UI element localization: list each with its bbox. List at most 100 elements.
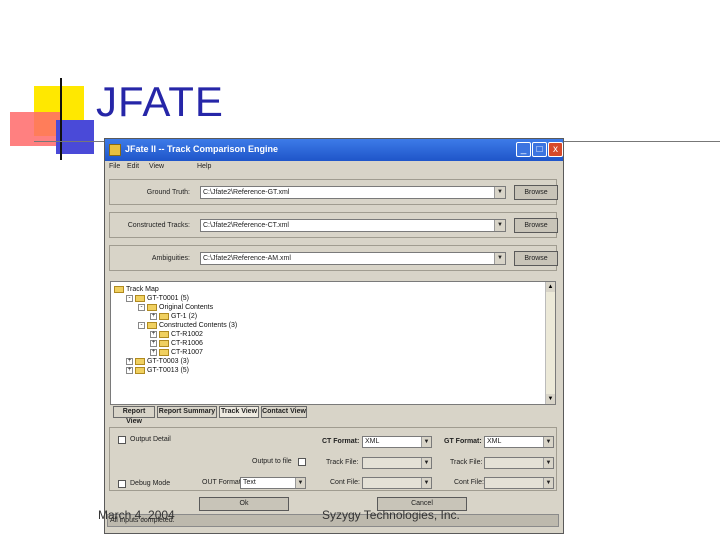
folder-icon [114, 285, 124, 293]
expand-icon[interactable]: + [126, 357, 133, 365]
folder-icon [159, 339, 169, 347]
output-detail-checkbox[interactable] [118, 436, 126, 444]
expand-icon[interactable]: + [150, 348, 157, 356]
gt-format-value: XML [487, 438, 502, 445]
track-file-2-combo[interactable]: ▼ [484, 457, 554, 469]
ambiguities-panel: Ambiguities: C:\Jfate2\Reference-AM.xml … [109, 245, 558, 271]
out-format-label: OUT Format: [202, 479, 243, 486]
window-title: JFate II -- Track Comparison Engine [125, 144, 279, 154]
folder-icon [147, 321, 157, 329]
out-format-combo[interactable]: Text ▼ [240, 477, 306, 489]
tree-node-label: Constructed Contents (3) [159, 322, 238, 329]
output-to-file-label: Output to file [252, 458, 292, 465]
tree-node[interactable]: + GT-1 (2) [114, 312, 237, 321]
tree-node[interactable]: + GT-T0003 (3) [114, 357, 237, 366]
chevron-down-icon[interactable]: ▼ [494, 220, 505, 231]
tree-node[interactable]: - Constructed Contents (3) [114, 321, 237, 330]
tab-report-view[interactable]: Report View [113, 406, 155, 425]
close-button[interactable]: x [548, 142, 563, 157]
folder-icon [135, 366, 145, 374]
chevron-down-icon[interactable]: ▼ [494, 187, 505, 198]
folder-icon [135, 294, 145, 302]
slide-title: JFATE [96, 78, 224, 125]
tree-node-label: CT-R1007 [171, 349, 203, 356]
expand-icon[interactable]: + [150, 312, 157, 320]
minimize-button[interactable]: _ [516, 142, 531, 157]
app-window: JFate II -- Track Comparison Engine _ □ … [104, 138, 564, 534]
ambiguities-value: C:\Jfate2\Reference-AM.xml [203, 255, 291, 262]
tree-rows: Track Map - GT-T0001 (5) - Original Contents… [114, 285, 237, 375]
folder-icon [159, 330, 169, 338]
track-map-tree[interactable]: Track Map - GT-T0001 (5) - Original Contents… [110, 281, 556, 405]
expand-icon[interactable]: + [126, 366, 133, 374]
gt-format-combo[interactable]: XML ▼ [484, 436, 554, 448]
track-file-combo[interactable]: ▼ [362, 457, 432, 469]
collapse-icon[interactable]: - [126, 294, 133, 302]
ok-button[interactable]: Ok [199, 497, 289, 511]
menu-edit[interactable]: Edit [127, 163, 139, 170]
chevron-down-icon[interactable]: ▼ [494, 253, 505, 264]
tree-node-label: GT-1 (2) [171, 313, 198, 320]
debug-mode-label: Debug Mode [130, 480, 171, 487]
output-detail-label: Output Detail [130, 436, 171, 443]
expand-icon[interactable]: + [150, 330, 157, 338]
cont-file-combo[interactable]: ▼ [362, 477, 432, 489]
chevron-down-icon[interactable]: ▼ [295, 478, 305, 488]
menu-file[interactable]: File [109, 163, 120, 170]
cont-file-2-combo[interactable]: ▼ [484, 477, 554, 489]
output-to-file-checkbox[interactable] [298, 458, 306, 466]
ground-truth-value: C:\Jfate2\Reference-GT.xml [203, 189, 290, 196]
chevron-down-icon[interactable]: ▼ [421, 478, 431, 488]
tree-node-label: GT-T0001 (5) [147, 295, 190, 302]
chevron-down-icon[interactable]: ▼ [543, 458, 553, 468]
maximize-button[interactable]: □ [532, 142, 547, 157]
constructed-tracks-value: C:\Jfate2\Reference-CT.xml [203, 222, 289, 229]
collapse-icon[interactable]: - [138, 303, 145, 311]
ambiguities-combo[interactable]: C:\Jfate2\Reference-AM.xml ▼ [200, 252, 506, 265]
tree-node-label: GT-T0013 (5) [147, 367, 190, 374]
footer-date: March 4, 2004 [98, 508, 175, 522]
ground-truth-browse-button[interactable]: Browse [514, 185, 558, 200]
tree-node[interactable]: - GT-T0001 (5) [114, 294, 237, 303]
folder-icon [147, 303, 157, 311]
tree-node[interactable]: + CT-R1007 [114, 348, 237, 357]
expand-icon[interactable]: + [150, 339, 157, 347]
constructed-tracks-browse-button[interactable]: Browse [514, 218, 558, 233]
menu-bar: File Edit View Help [105, 161, 563, 175]
tree-scrollbar[interactable]: ▲ ▼ [545, 282, 555, 404]
tree-node[interactable]: + GT-T0013 (5) [114, 366, 237, 375]
cont-file-label: Cont File: [330, 479, 360, 486]
chevron-down-icon[interactable]: ▼ [543, 437, 553, 447]
tree-node[interactable]: + CT-R1006 [114, 339, 237, 348]
chevron-down-icon[interactable]: ▼ [421, 458, 431, 468]
menu-view[interactable]: View [149, 163, 164, 170]
ambiguities-label: Ambiguities: [151, 255, 190, 262]
chevron-down-icon[interactable]: ▼ [543, 478, 553, 488]
track-file-label: Track File: [326, 459, 359, 466]
ambiguities-browse-button[interactable]: Browse [514, 251, 558, 266]
tree-node-label: GT-T0003 (3) [147, 358, 190, 365]
menu-help[interactable]: Help [197, 163, 211, 170]
scroll-up-icon[interactable]: ▲ [546, 282, 555, 292]
tab-track-view[interactable]: Track View [219, 406, 259, 418]
options-panel: Output Detail Output to file Debug Mode … [109, 427, 557, 491]
tab-report-summary[interactable]: Report Summary [157, 406, 217, 418]
ct-format-combo[interactable]: XML ▼ [362, 436, 432, 448]
debug-mode-checkbox[interactable] [118, 480, 126, 488]
ground-truth-panel: Ground Truth: C:\Jfate2\Reference-GT.xml… [109, 179, 558, 205]
constructed-tracks-combo[interactable]: C:\Jfate2\Reference-CT.xml ▼ [200, 219, 506, 232]
out-format-value: Text [243, 479, 256, 486]
ct-format-value: XML [365, 438, 380, 445]
tree-node[interactable]: + CT-R1002 [114, 330, 237, 339]
tree-node[interactable]: - Original Contents [114, 303, 237, 312]
constructed-tracks-panel: Constructed Tracks: C:\Jfate2\Reference-… [109, 212, 558, 238]
folder-icon [135, 357, 145, 365]
window-titlebar[interactable]: JFate II -- Track Comparison Engine _ □ … [105, 139, 563, 161]
collapse-icon[interactable]: - [138, 321, 145, 329]
tree-node[interactable]: Track Map [114, 285, 237, 294]
tab-contact-view[interactable]: Contact View [261, 406, 307, 418]
chevron-down-icon[interactable]: ▼ [421, 437, 431, 447]
app-icon [109, 144, 121, 156]
scroll-down-icon[interactable]: ▼ [546, 394, 555, 404]
ground-truth-combo[interactable]: C:\Jfate2\Reference-GT.xml ▼ [200, 186, 506, 199]
